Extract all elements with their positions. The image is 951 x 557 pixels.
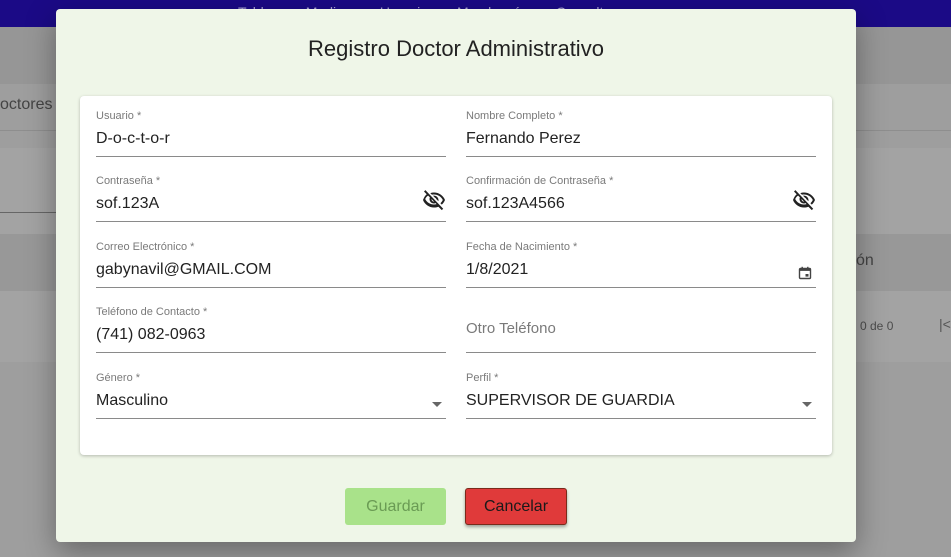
correo-label: Correo Electrónico * xyxy=(96,241,195,253)
genero-label: Género * xyxy=(96,372,141,384)
perfil-select[interactable]: Perfil * SUPERVISOR DE GUARDIA xyxy=(466,357,816,419)
registro-doctor-dialog: Registro Doctor Administrativo Usuario *… xyxy=(56,9,856,542)
background-search-field xyxy=(0,212,56,213)
fecha-nacimiento-value[interactable]: 1/8/2021 xyxy=(466,261,528,279)
genero-select[interactable]: Género * Masculino xyxy=(96,357,446,419)
otro-telefono-placeholder[interactable]: Otro Teléfono xyxy=(466,320,556,337)
table-column-header: ón xyxy=(856,252,874,269)
eye-off-icon[interactable] xyxy=(792,188,816,212)
confirmacion-contrasena-value[interactable]: sof.123A4566 xyxy=(466,195,565,213)
dropdown-arrow-icon[interactable] xyxy=(802,402,812,407)
confirmacion-contrasena-label: Confirmación de Contraseña * xyxy=(466,175,614,187)
nombre-completo-field[interactable]: Nombre Completo * Fernando Perez xyxy=(466,95,816,157)
pagination-range: 0 de 0 xyxy=(860,319,894,333)
usuario-value[interactable]: D-o-c-t-o-r xyxy=(96,130,170,148)
guardar-button[interactable]: Guardar xyxy=(345,488,446,525)
contrasena-value[interactable]: sof.123A xyxy=(96,195,159,213)
fecha-nacimiento-label: Fecha de Nacimiento * xyxy=(466,241,578,253)
contrasena-field[interactable]: Contraseña * sof.123A xyxy=(96,160,446,222)
dropdown-arrow-icon[interactable] xyxy=(432,402,442,407)
eye-off-icon[interactable] xyxy=(422,188,446,212)
first-page-button: |< xyxy=(939,316,951,332)
telefono-contacto-label: Teléfono de Contacto * xyxy=(96,306,208,318)
genero-value[interactable]: Masculino xyxy=(96,392,168,410)
telefono-contacto-value[interactable]: (741) 082-0963 xyxy=(96,326,205,344)
form-card: Usuario * D-o-c-t-o-r Nombre Completo * … xyxy=(80,96,832,455)
telefono-contacto-field[interactable]: Teléfono de Contacto * (741) 082-0963 xyxy=(96,291,446,353)
correo-value[interactable]: gabynavil@GMAIL.COM xyxy=(96,261,271,279)
dialog-title: Registro Doctor Administrativo xyxy=(308,36,604,61)
fecha-nacimiento-field[interactable]: Fecha de Nacimiento * 1/8/2021 xyxy=(466,226,816,288)
perfil-value[interactable]: SUPERVISOR DE GUARDIA xyxy=(466,392,675,410)
contrasena-label: Contraseña * xyxy=(96,175,161,187)
confirmacion-contrasena-field[interactable]: Confirmación de Contraseña * sof.123A456… xyxy=(466,160,816,222)
nombre-completo-label: Nombre Completo * xyxy=(466,110,563,122)
otro-telefono-field[interactable]: Otro Teléfono xyxy=(466,291,816,353)
cancelar-button[interactable]: Cancelar xyxy=(465,488,567,525)
nombre-completo-value[interactable]: Fernando Perez xyxy=(466,130,581,148)
correo-field[interactable]: Correo Electrónico * gabynavil@GMAIL.COM xyxy=(96,226,446,288)
usuario-label: Usuario * xyxy=(96,110,142,122)
calendar-icon[interactable] xyxy=(798,266,812,280)
perfil-label: Perfil * xyxy=(466,372,499,384)
usuario-field[interactable]: Usuario * D-o-c-t-o-r xyxy=(96,95,446,157)
